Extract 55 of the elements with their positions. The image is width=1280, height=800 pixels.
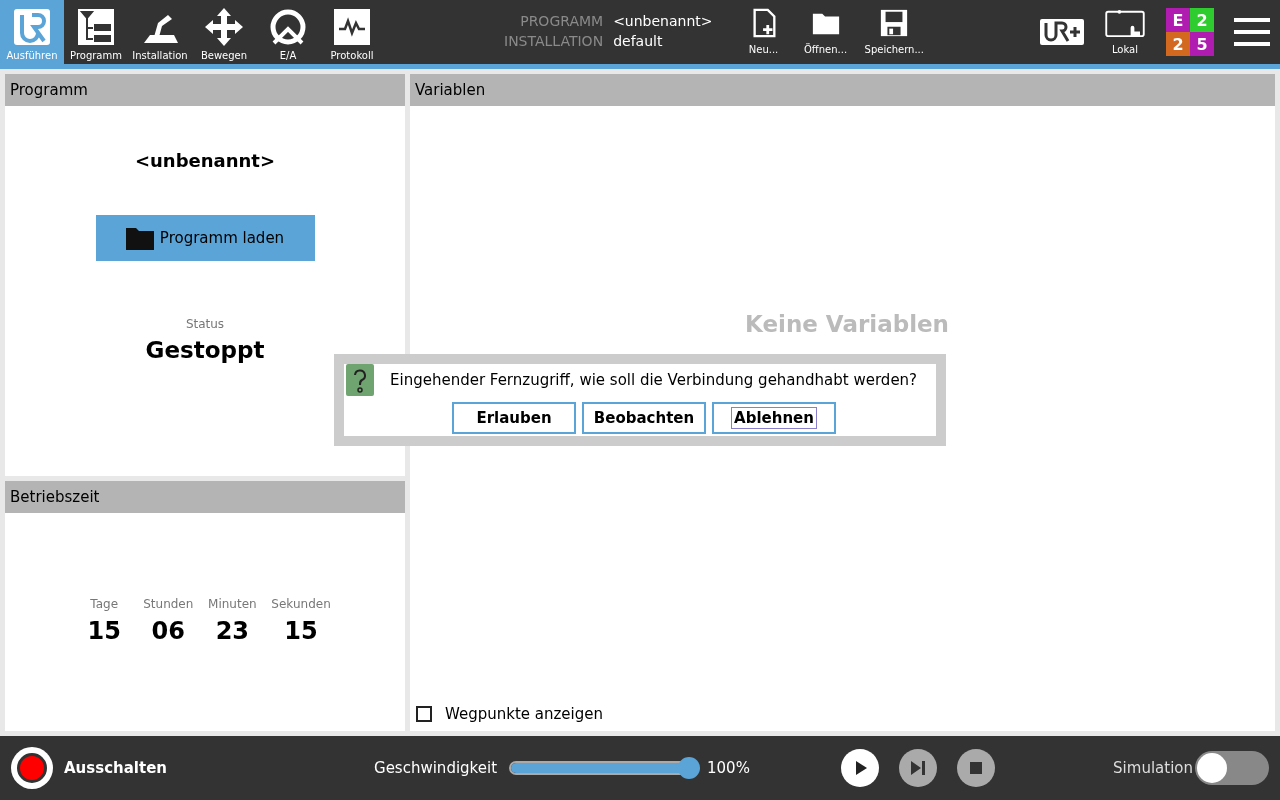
io-circle-icon [268,7,308,47]
uptime-unit-label: Minuten [208,597,257,611]
chart-log-icon [332,7,372,47]
nav-tab[interactable]: Protokoll [320,0,384,64]
panel-title: Programm [5,74,405,106]
nav-tab[interactable]: E/A [256,0,320,64]
panel-title: Variablen [410,74,1275,106]
dialog-button[interactable]: Beobachten [582,402,706,434]
uptime-unit-label: Stunden [143,597,194,611]
checkbox[interactable] [416,706,432,722]
dialog-button[interactable]: Erlauben [452,402,576,434]
power-label: Ausschalten [64,759,167,777]
program-name: <unbenannt> [134,150,276,171]
file-info-value: default [613,32,664,51]
uptime-value: 23 [215,617,250,645]
question-icon [346,364,374,396]
save-icon [879,8,910,38]
logo-icon [12,7,52,47]
simulation-label: Simulation [1113,759,1193,777]
file-info-value: <unbenannt> [613,12,713,31]
load-program-button[interactable]: Programm laden [95,215,315,261]
status-tile: 2 [1166,32,1190,56]
local-mode-button[interactable]: Lokal [1096,0,1154,55]
menu-icon[interactable] [1234,17,1270,47]
file-info-label: INSTALLATION [504,32,604,51]
speed-label: Geschwindigkeit [374,759,498,777]
status-tile: 5 [1190,32,1214,56]
status-label: Status [185,317,225,331]
uptime-value: 15 [284,617,318,645]
status-value: Gestoppt [145,337,265,363]
nav-tab[interactable]: Bewegen [192,0,256,64]
uptime-unit-label: Tage [90,597,119,611]
status-tile: E [1166,8,1190,32]
checkbox-label: Wegpunkte anzeigen [445,705,604,723]
power-button[interactable] [11,747,53,789]
uptime-unit-label: Sekunden [271,597,331,611]
file-button[interactable]: Neu... [734,0,793,64]
empty-message: Keine Variablen [745,311,949,337]
program-tree-icon [76,7,116,47]
status-tile: 2 [1190,8,1214,32]
nav-tab[interactable]: Programm [64,0,128,64]
simulation-toggle[interactable] [1195,751,1269,785]
folder-icon [125,226,154,250]
dialog-button[interactable]: Ablehnen [712,402,836,434]
file-button[interactable]: Öffnen... [796,0,855,64]
uptime-value: 06 [151,617,185,645]
nav-tab[interactable]: Installation [128,0,192,64]
file-button[interactable]: Speichern... [858,0,930,64]
panel-title: Betriebszeit [5,481,405,513]
uptime-value: 15 [87,617,121,645]
move-arrows-icon [204,7,244,47]
file-info-label: PROGRAMM [519,12,604,31]
dialog-message: Eingehender Fernzugriff, wie soll die Verbindung gehandhabt werden? [390,371,918,389]
speed-reading: 100% [707,759,750,777]
play-button[interactable] [840,749,879,787]
